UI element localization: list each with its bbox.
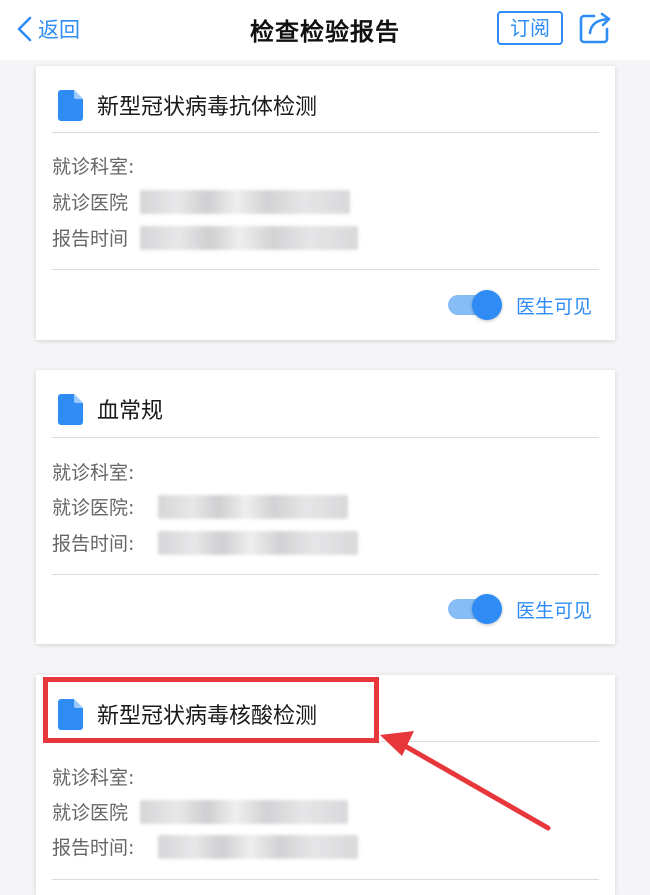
report-header: 新型冠状病毒抗体检测 bbox=[58, 88, 317, 122]
highlight-box bbox=[43, 677, 379, 743]
redacted-hospital bbox=[158, 495, 348, 519]
report-card[interactable]: 血常规 就诊科室: 就诊医院: 报告时间: 医生可见 bbox=[36, 370, 615, 644]
hospital-label: 就诊医院: bbox=[52, 497, 135, 519]
redacted-time bbox=[140, 226, 358, 250]
redacted-time bbox=[158, 531, 358, 555]
doctor-visible-toggle[interactable] bbox=[448, 594, 504, 624]
document-icon bbox=[58, 393, 83, 425]
document-icon bbox=[58, 89, 83, 121]
report-time-label: 报告时间 bbox=[52, 228, 129, 250]
share-icon bbox=[579, 12, 611, 44]
report-card[interactable]: 新型冠状病毒抗体检测 就诊科室: 就诊医院 报告时间 医生可见 bbox=[36, 66, 615, 340]
report-time-label: 报告时间: bbox=[52, 837, 135, 859]
department-label: 就诊科室: bbox=[52, 156, 135, 178]
doctor-visible-label: 医生可见 bbox=[516, 600, 593, 622]
redacted-hospital bbox=[140, 190, 350, 214]
redacted-hospital bbox=[140, 800, 348, 824]
divider bbox=[52, 269, 599, 270]
report-time-label: 报告时间: bbox=[52, 533, 135, 555]
doctor-visible-toggle[interactable] bbox=[448, 290, 504, 320]
doctor-visible-label: 医生可见 bbox=[516, 296, 593, 318]
navigation-bar: 返回 检查检验报告 订阅 bbox=[0, 0, 650, 60]
report-header: 血常规 bbox=[58, 392, 163, 426]
divider bbox=[52, 132, 599, 133]
divider bbox=[52, 574, 599, 575]
toggle-knob bbox=[472, 290, 502, 320]
department-label: 就诊科室: bbox=[52, 767, 135, 789]
share-button[interactable] bbox=[578, 11, 612, 45]
hospital-label: 就诊医院 bbox=[52, 802, 129, 824]
department-label: 就诊科室: bbox=[52, 462, 135, 484]
hospital-label: 就诊医院 bbox=[52, 192, 129, 214]
subscribe-button[interactable]: 订阅 bbox=[497, 11, 563, 45]
report-title: 新型冠状病毒抗体检测 bbox=[97, 95, 318, 120]
redacted-time bbox=[158, 835, 358, 859]
divider bbox=[52, 437, 599, 438]
divider bbox=[52, 879, 599, 880]
toggle-knob bbox=[472, 594, 502, 624]
report-title: 血常规 bbox=[97, 399, 164, 424]
